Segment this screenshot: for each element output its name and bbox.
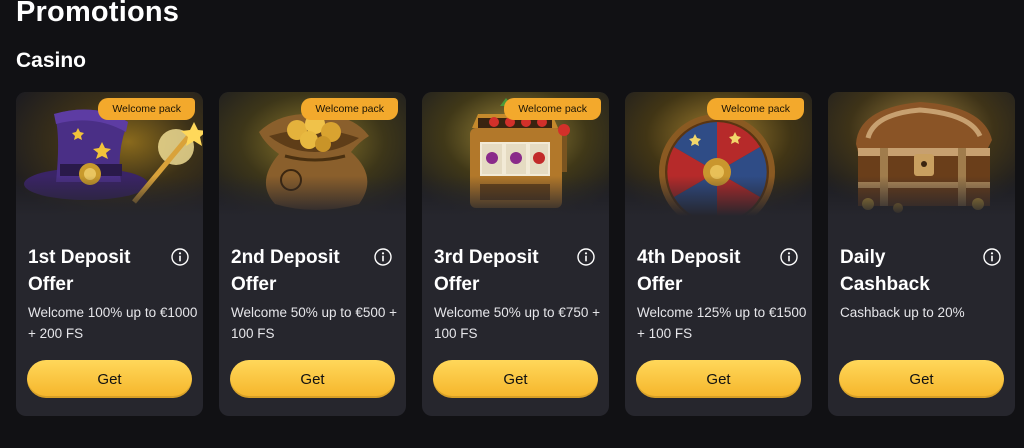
info-icon[interactable] xyxy=(171,248,189,266)
promo-art: Welcome pack xyxy=(422,92,609,216)
card-description: Welcome 50% up to €750 + 100 FS xyxy=(434,305,600,341)
card-description: Cashback up to 20% xyxy=(840,305,965,320)
promo-art xyxy=(828,92,1015,216)
promo-card-2nd-deposit: Welcome pack 2nd Deposit Offer Welcome 5… xyxy=(219,92,406,416)
get-button[interactable]: Get xyxy=(230,360,395,398)
get-button[interactable]: Get xyxy=(27,360,192,398)
art-fade xyxy=(16,176,203,216)
promo-card-daily-cashback: Daily Cashback Cashback up to 20% Get xyxy=(828,92,1015,416)
art-fade xyxy=(422,176,609,216)
card-description: Welcome 50% up to €500 + 100 FS xyxy=(231,305,397,341)
art-fade xyxy=(828,176,1015,216)
info-icon[interactable] xyxy=(780,248,798,266)
promo-art: Welcome pack xyxy=(625,92,812,216)
page-title: Promotions xyxy=(16,0,180,28)
card-description: Welcome 125% up to €1500 + 100 FS xyxy=(637,305,807,341)
promotions-page: Promotions Casino Welcome pack 1st Depos… xyxy=(0,0,1024,448)
card-description: Welcome 100% up to €1000 + 200 FS xyxy=(28,305,198,341)
art-fade xyxy=(625,176,812,216)
get-button[interactable]: Get xyxy=(839,360,1004,398)
get-button[interactable]: Get xyxy=(433,360,598,398)
promo-card-3rd-deposit: Welcome pack 3rd Deposit Offer Welcome 5… xyxy=(422,92,609,416)
welcome-pack-badge: Welcome pack xyxy=(98,98,195,120)
info-icon[interactable] xyxy=(983,248,1001,266)
art-fade xyxy=(219,176,406,216)
info-icon[interactable] xyxy=(577,248,595,266)
info-icon[interactable] xyxy=(374,248,392,266)
promo-art: Welcome pack xyxy=(219,92,406,216)
welcome-pack-badge: Welcome pack xyxy=(301,98,398,120)
card-title: Daily Cashback xyxy=(840,247,930,295)
get-button[interactable]: Get xyxy=(636,360,801,398)
promo-card-4th-deposit: Welcome pack 4th Deposit Offer Welcome 1… xyxy=(625,92,812,416)
card-title: 1st Deposit Offer xyxy=(28,247,131,295)
promo-card-list: Welcome pack 1st Deposit Offer Welcome 1… xyxy=(16,92,1015,416)
card-title: 4th Deposit Offer xyxy=(637,247,741,295)
card-title: 2nd Deposit Offer xyxy=(231,247,340,295)
section-title: Casino xyxy=(16,49,87,72)
welcome-pack-badge: Welcome pack xyxy=(707,98,804,120)
card-title: 3rd Deposit Offer xyxy=(434,247,539,295)
promo-card-1st-deposit: Welcome pack 1st Deposit Offer Welcome 1… xyxy=(16,92,203,416)
welcome-pack-badge: Welcome pack xyxy=(504,98,601,120)
promo-art: Welcome pack xyxy=(16,92,203,216)
